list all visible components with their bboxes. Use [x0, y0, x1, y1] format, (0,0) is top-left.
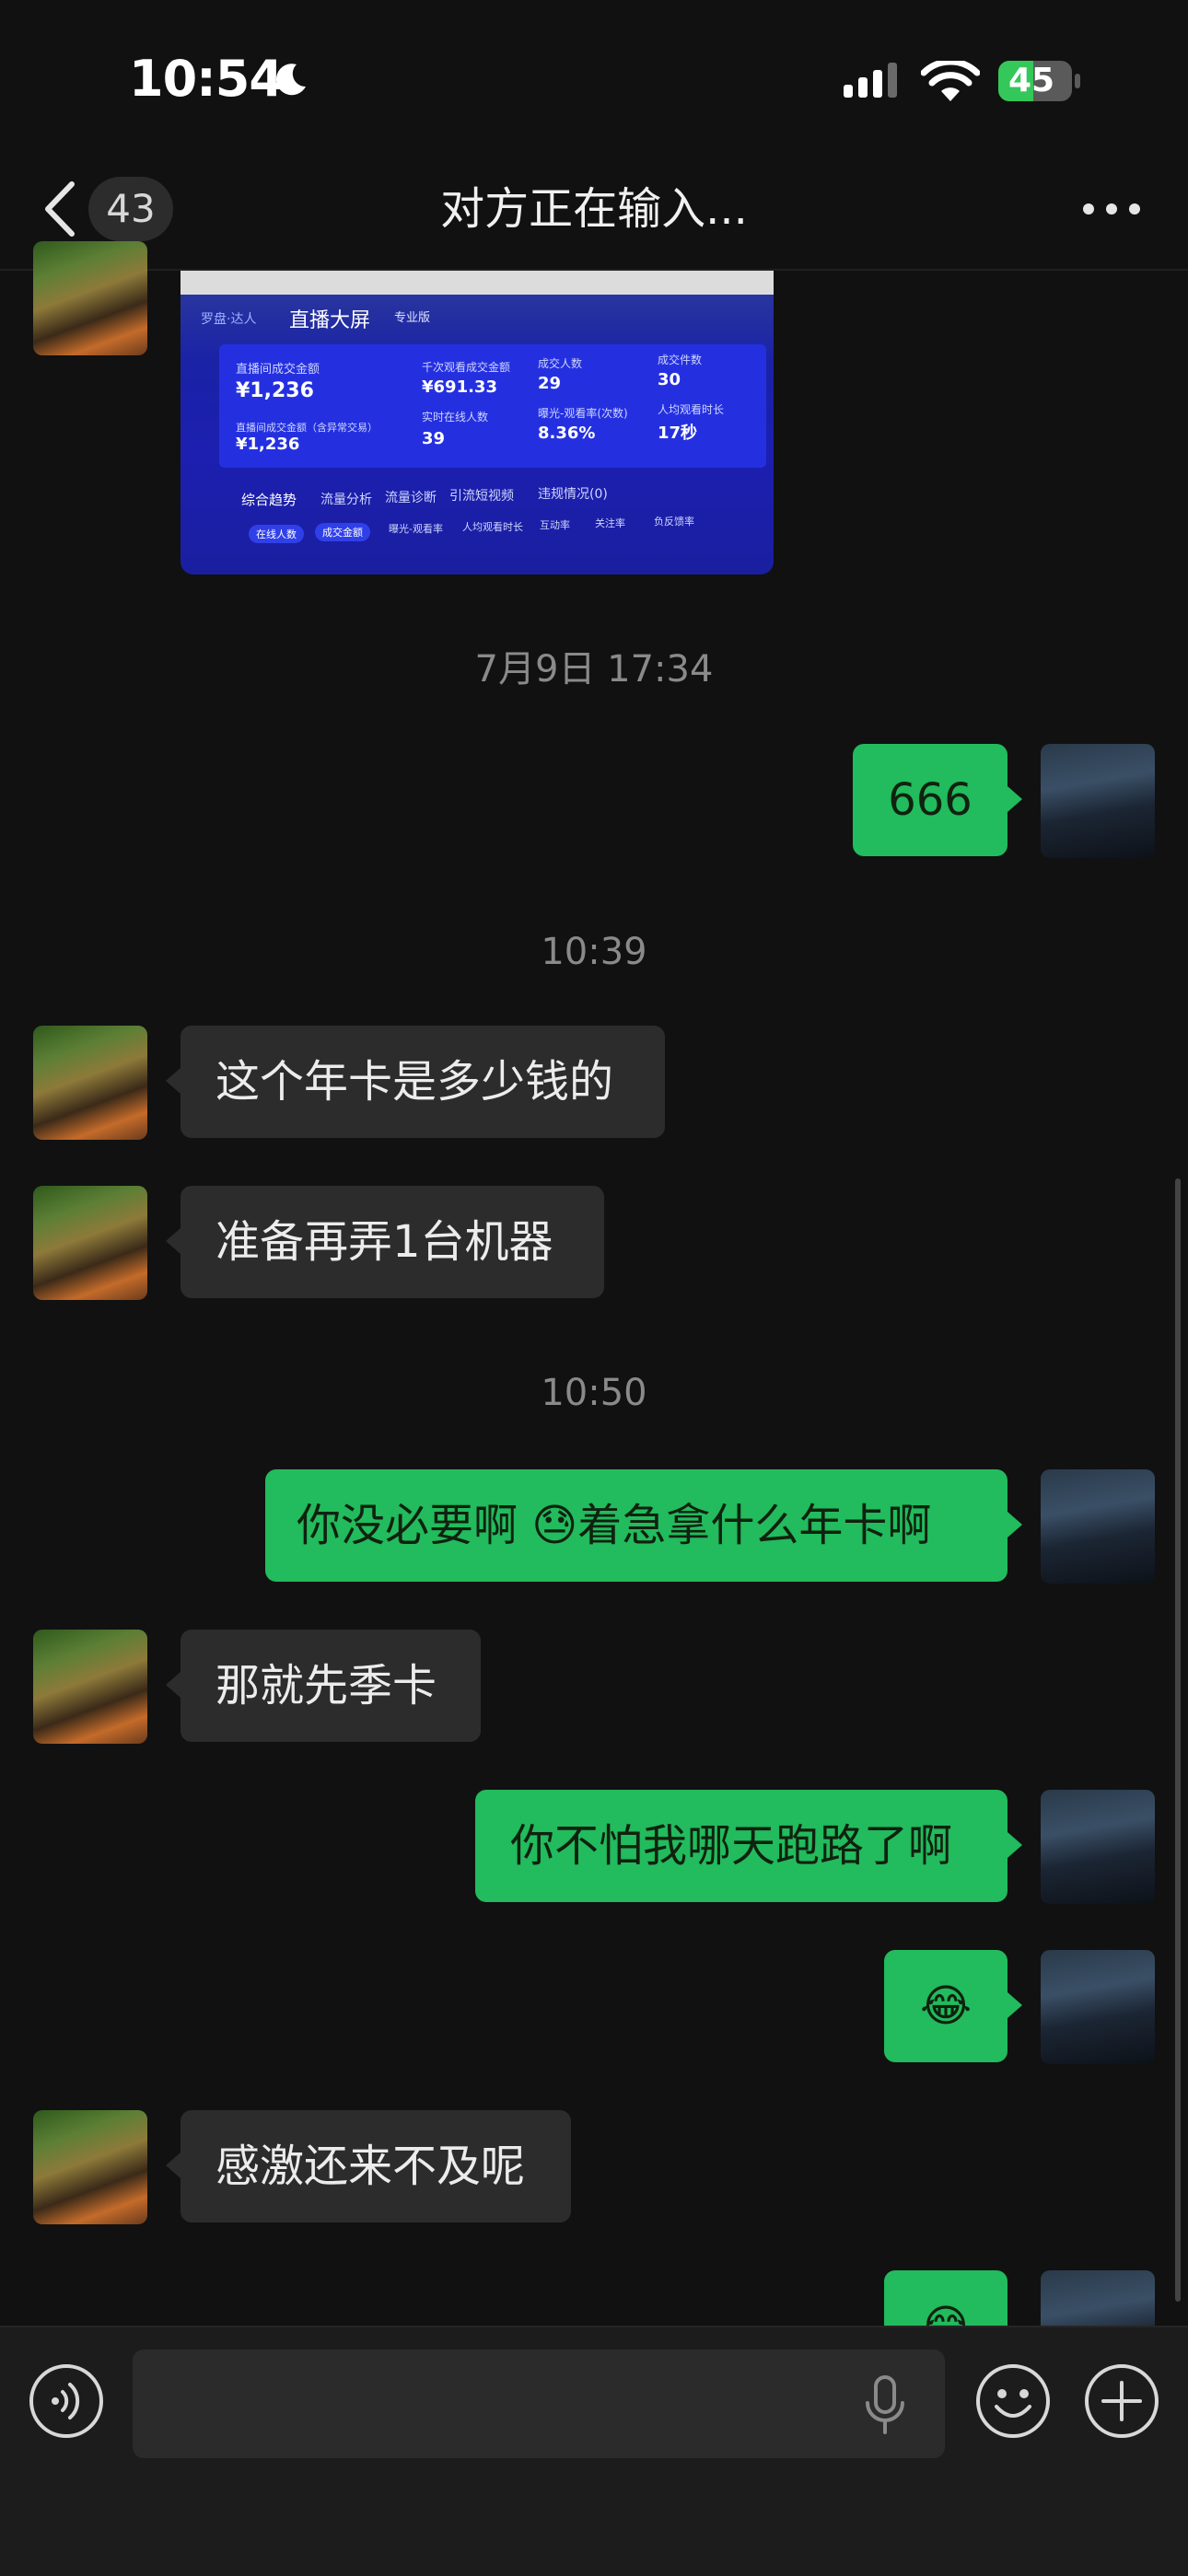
message-timestamp: 7月9日 17:34 [474, 648, 714, 690]
metric-label: 千次观看成交金额 [422, 361, 511, 374]
status-time: 10:54 [129, 50, 284, 108]
bubble-tail [166, 1672, 181, 1698]
emoji-icon[interactable] [974, 2362, 1052, 2440]
metric-value: 8.36% [538, 424, 596, 443]
incoming-message[interactable]: 这个年卡是多少钱的 [181, 1026, 665, 1138]
incoming-message[interactable]: 感激还来不及呢 [181, 2110, 571, 2222]
dashboard-tab: 违规情况(0) [538, 487, 608, 502]
dashboard-tab: 流量分析 [320, 493, 372, 507]
message-timestamp: 10:50 [541, 1372, 647, 1414]
bubble-tail [166, 2152, 181, 2178]
voice-input-icon[interactable] [28, 2362, 105, 2440]
dashboard-pill: 负反馈率 [654, 516, 694, 528]
message-input[interactable] [133, 2350, 945, 2458]
bubble-tail [1007, 786, 1022, 812]
message-text: 你没必要啊 [297, 1500, 532, 1551]
contact-avatar[interactable] [33, 1026, 147, 1140]
wifi-icon [921, 61, 980, 101]
battery-level: 45 [1007, 62, 1055, 99]
dashboard-pill: 互动率 [540, 519, 570, 531]
metric-label: 曝光-观看率(次数) [538, 407, 628, 420]
metric-label: 直播间成交金额（含异常交易） [236, 422, 378, 434]
contact-avatar[interactable] [33, 241, 147, 355]
dashboard-tab: 流量诊断 [385, 491, 437, 505]
bubble-tail [166, 1228, 181, 1254]
bubble-tail [1007, 1832, 1022, 1858]
dashboard-brand: 罗盘·达人 [201, 312, 257, 327]
sweat-emoji: 😓 [531, 1500, 578, 1551]
dashboard-pill: 关注率 [595, 517, 625, 529]
dashboard-pill: 在线人数 [249, 525, 304, 543]
plus-icon[interactable] [1083, 2362, 1160, 2440]
incoming-message[interactable]: 那就先季卡 [181, 1630, 481, 1742]
outgoing-message[interactable]: 你没必要啊 😓着急拿什么年卡啊 [265, 1469, 1007, 1582]
bubble-tail [1007, 1992, 1022, 2018]
scrollbar[interactable] [1175, 1178, 1181, 2302]
metric-label: 人均观看时长 [658, 403, 725, 416]
metric-label: 成交件数 [658, 354, 703, 366]
chat-title: 对方正在输入... [440, 183, 748, 235]
metric-value: 29 [538, 374, 562, 393]
dashboard-tab: 引流短视频 [449, 489, 514, 504]
metric-value: ¥1,236 [236, 435, 300, 454]
metric-label: 直播间成交金额 [236, 363, 320, 377]
moon-icon [275, 64, 306, 96]
back-chevron-icon[interactable] [41, 180, 77, 238]
metric-label: 成交人数 [538, 357, 583, 370]
bubble-tail [1007, 1512, 1022, 1537]
dashboard-title: 直播大屏 [289, 309, 371, 332]
dashboard-tab: 综合趋势 [241, 492, 297, 508]
more-options-icon[interactable] [1079, 199, 1144, 219]
contact-avatar[interactable] [33, 1186, 147, 1300]
dashboard-pill: 成交金额 [315, 523, 370, 541]
browser-bookmarks-bar [181, 271, 774, 295]
message-timestamp: 10:39 [541, 931, 647, 973]
metric-value: 39 [422, 429, 446, 448]
outgoing-emoji-message[interactable]: 😂 [884, 1950, 1007, 2062]
my-avatar[interactable] [1041, 744, 1155, 858]
cellular-signal-icon [844, 63, 897, 98]
metric-value: 30 [658, 370, 681, 389]
metric-value: 17秒 [658, 424, 698, 443]
metric-value: ¥691.33 [422, 377, 497, 397]
my-avatar[interactable] [1041, 1950, 1155, 2064]
dashboard-tag: 专业版 [394, 311, 431, 325]
bubble-tail [166, 1068, 181, 1094]
dashboard-pill: 人均观看时长 [462, 521, 523, 533]
contact-avatar[interactable] [33, 2110, 147, 2224]
contact-avatar[interactable] [33, 1630, 147, 1744]
metric-label: 实时在线人数 [422, 411, 489, 424]
dashboard-pill: 曝光-观看率 [389, 523, 443, 535]
my-avatar[interactable] [1041, 1469, 1155, 1584]
message-text: 着急拿什么年卡啊 [577, 1500, 932, 1551]
outgoing-message[interactable]: 666 [853, 744, 1007, 856]
outgoing-message[interactable]: 你不怕我哪天跑路了啊 [475, 1790, 1007, 1902]
image-message-dashboard-screenshot[interactable]: 罗盘·达人 直播大屏 专业版 直播间成交金额 ¥1,236 千次观看成交金额 ¥… [181, 271, 774, 574]
unread-count-badge[interactable]: 43 [88, 177, 173, 241]
incoming-message[interactable]: 准备再弄1台机器 [181, 1186, 604, 1298]
my-avatar[interactable] [1041, 1790, 1155, 1904]
microphone-icon[interactable] [862, 2375, 908, 2436]
metric-value: ¥1,236 [236, 379, 314, 402]
